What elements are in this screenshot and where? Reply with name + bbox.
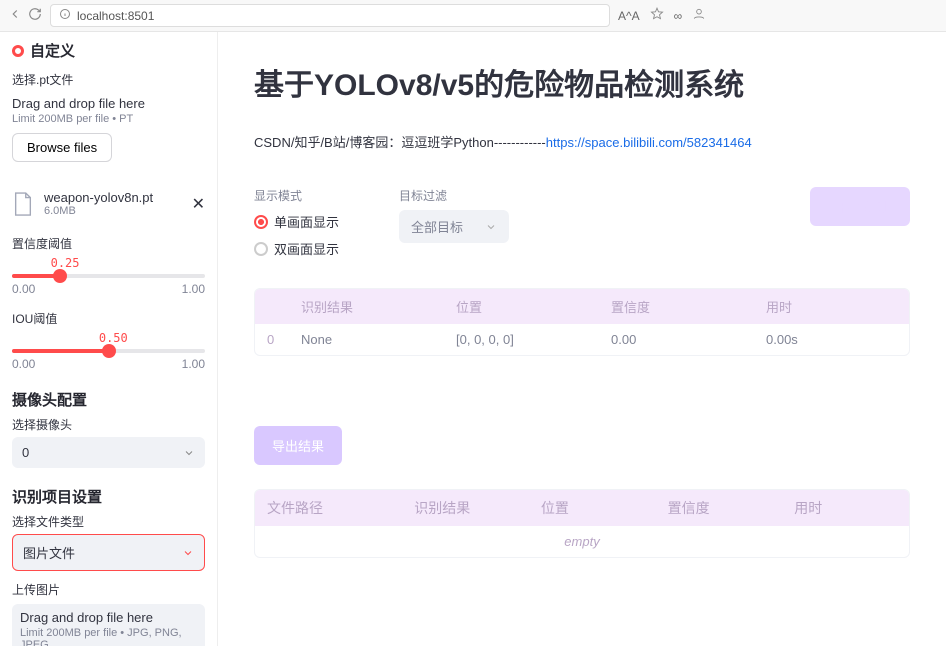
iou-slider[interactable]: IOU阈值 0.50 0.001.00: [12, 310, 205, 371]
iou-label: IOU阈值: [12, 310, 205, 327]
radio-on-icon: [254, 215, 268, 229]
chevron-down-icon: [485, 221, 497, 233]
conf-label: 置信度阈值: [12, 235, 205, 252]
main-content: 基于YOLOv8/v5的危险物品检测系统 CSDN/知乎/B站/博客园：逗逗班学…: [218, 32, 946, 646]
filetype-select[interactable]: 图片文件: [12, 534, 205, 571]
info-icon: [59, 8, 71, 23]
table-row: 0 None [0, 0, 0, 0] 0.00 0.00s: [255, 324, 909, 355]
col-confidence: 置信度: [599, 289, 754, 324]
camera-header: 摄像头配置: [12, 389, 205, 410]
filter-select[interactable]: 全部目标: [399, 210, 509, 243]
byline: CSDN/知乎/B站/博客园：逗逗班学Python------------htt…: [254, 132, 910, 151]
results-table: 识别结果 位置 置信度 用时 0 None [0, 0, 0, 0] 0.00 …: [254, 288, 910, 356]
chevron-down-icon: [182, 547, 194, 559]
export-table: 文件路径 识别结果 位置 置信度 用时 empty: [254, 489, 910, 558]
project-header: 识别项目设置: [12, 486, 205, 507]
confidence-slider[interactable]: 置信度阈值 0.25 0.001.00: [12, 235, 205, 296]
refresh-icon[interactable]: [28, 7, 42, 24]
image-uploader[interactable]: Drag and drop file here Limit 200MB per …: [12, 604, 205, 646]
file-name: weapon-yolov8n.pt: [44, 190, 153, 205]
address-bar[interactable]: localhost:8501: [50, 4, 610, 27]
sidebar: 自定义 选择.pt文件 Drag and drop file here Limi…: [0, 32, 218, 646]
col-time: 用时: [754, 289, 909, 324]
back-icon[interactable]: [8, 7, 22, 24]
empty-state: empty: [255, 526, 909, 557]
chevron-down-icon: [183, 447, 195, 459]
favorite-icon[interactable]: [650, 7, 664, 24]
col-filepath: 文件路径: [255, 490, 402, 526]
export-button[interactable]: 导出结果: [254, 426, 342, 465]
upload-image-label: 上传图片: [12, 581, 205, 598]
page-title: 基于YOLOv8/v5的危险物品检测系统: [254, 60, 910, 104]
browse-button[interactable]: Browse files: [12, 133, 112, 162]
filetype-label: 选择文件类型: [12, 513, 205, 530]
iou-value: 0.50: [99, 331, 205, 345]
file-size: 6.0MB: [44, 205, 153, 217]
account-icon[interactable]: [692, 7, 706, 24]
col-position: 位置: [444, 289, 599, 324]
remove-file-icon[interactable]: ✕: [192, 194, 205, 214]
record-icon: [12, 45, 24, 57]
camera-label: 选择摄像头: [12, 416, 205, 433]
mode-label: 显示模式: [254, 187, 339, 204]
radio-double[interactable]: 双画面显示: [254, 239, 339, 258]
browser-toolbar: localhost:8501 A^A ∞: [0, 0, 946, 32]
bilibili-link[interactable]: https://space.bilibili.com/582341464: [546, 135, 752, 150]
pt-uploader[interactable]: Drag and drop file here Limit 200MB per …: [12, 92, 205, 170]
radio-off-icon: [254, 242, 268, 256]
drag-text: Drag and drop file here: [12, 96, 205, 111]
col-result: 识别结果: [289, 289, 444, 324]
uploaded-file-row: weapon-yolov8n.pt 6.0MB ✕: [12, 186, 205, 221]
camera-select[interactable]: 0: [12, 437, 205, 468]
infinity-icon[interactable]: ∞: [674, 9, 683, 23]
radio-single[interactable]: 单画面显示: [254, 212, 339, 231]
sidebar-title: 自定义: [30, 40, 75, 61]
filter-label: 目标过滤: [399, 187, 509, 204]
upload-hint: Limit 200MB per file • PT: [12, 113, 205, 125]
start-button[interactable]: 开始检测: [810, 187, 910, 226]
text-size-icon[interactable]: A^A: [618, 9, 640, 23]
conf-value: 0.25: [51, 256, 205, 270]
file-icon: [12, 191, 34, 217]
url-text: localhost:8501: [77, 9, 154, 23]
pt-file-label: 选择.pt文件: [12, 71, 205, 88]
